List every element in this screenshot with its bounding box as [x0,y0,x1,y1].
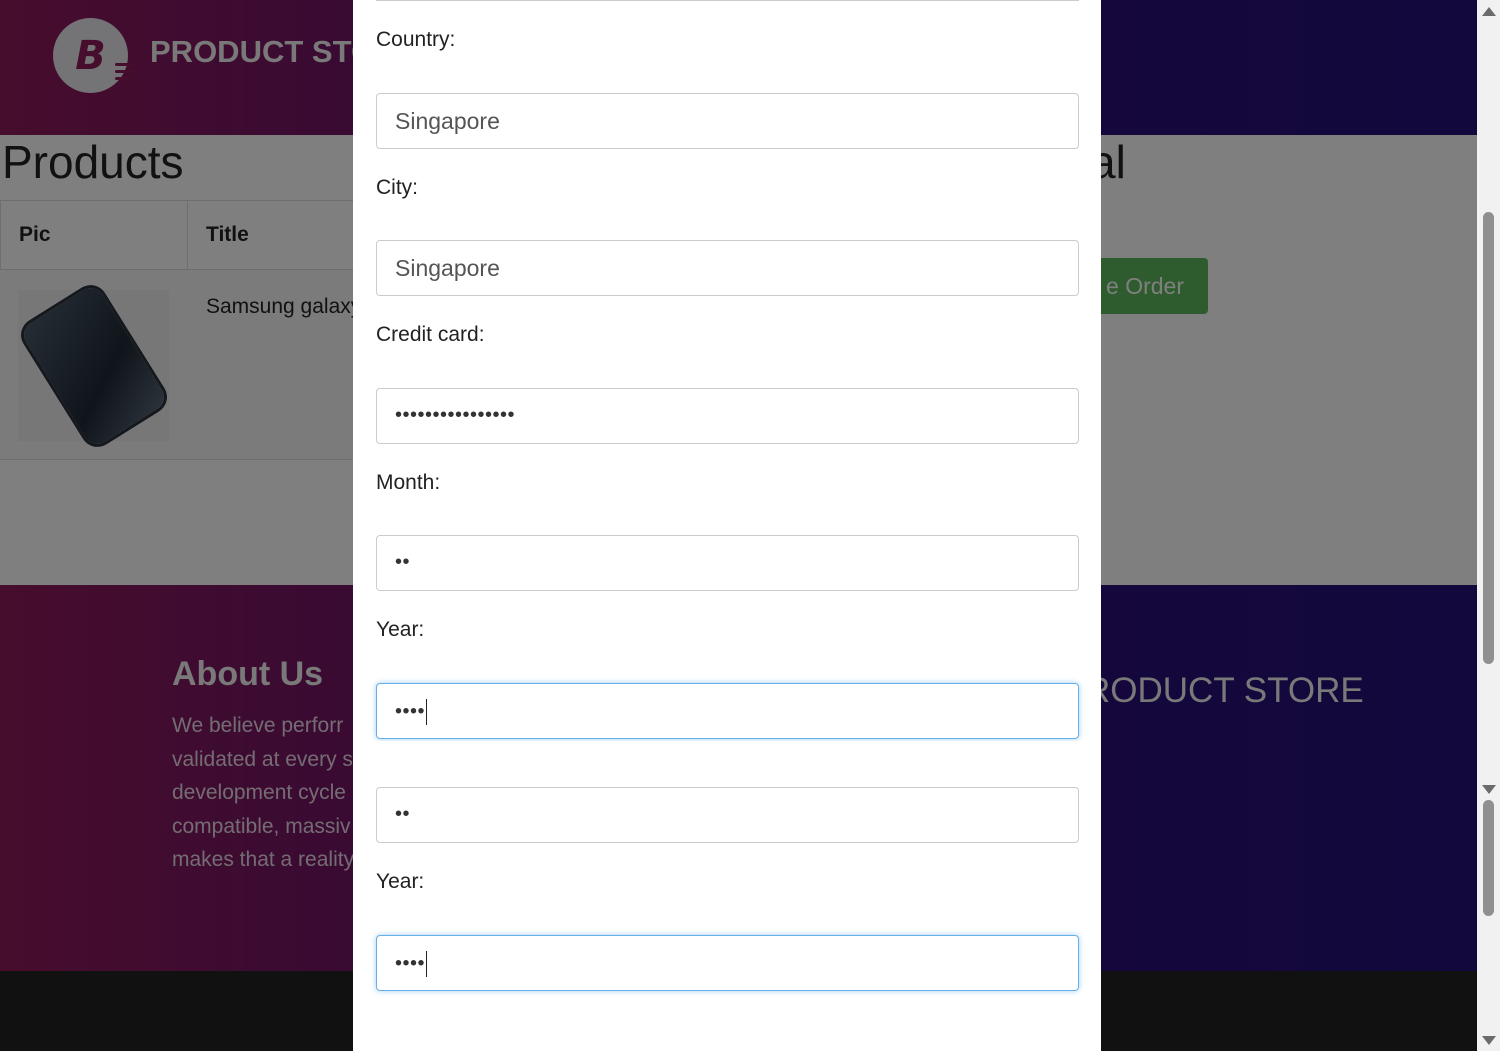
year-input-duplicate[interactable]: •••• [376,935,1079,991]
city-input[interactable]: Singapore [376,240,1079,296]
scroll-up-arrow-icon[interactable] [1482,7,1496,16]
city-label: City: [376,176,418,199]
country-input[interactable]: Singapore [376,93,1079,149]
scrollbar-thumb[interactable] [1483,212,1494,664]
vertical-scrollbar[interactable] [1477,0,1500,1051]
month-label: Month: [376,471,441,494]
page-root: B PRODUCT STORE Products al Pic Title Sa… [0,0,1500,1051]
modal-divider [376,0,1079,1]
credit-card-input[interactable]: •••••••••••••••• [376,388,1079,444]
year-value: •••• [395,700,426,723]
year-label: Year: [376,618,425,641]
month-input-duplicate[interactable]: •• [376,787,1079,843]
year-value-duplicate: •••• [395,952,426,975]
place-order-modal: Country: Singapore City: Singapore Credi… [353,0,1101,1051]
credit-card-label: Credit card: [376,323,485,346]
scrollbar-thumb-duplicate[interactable] [1483,800,1494,916]
year-label-duplicate: Year: [376,870,425,893]
scroll-down-arrow-icon[interactable] [1482,1036,1496,1045]
text-caret [426,951,428,977]
country-label: Country: [376,28,456,51]
month-input[interactable]: •• [376,535,1079,591]
year-input[interactable]: •••• [376,683,1079,739]
scroll-down-arrow-icon[interactable] [1482,785,1496,794]
text-caret [426,699,428,725]
